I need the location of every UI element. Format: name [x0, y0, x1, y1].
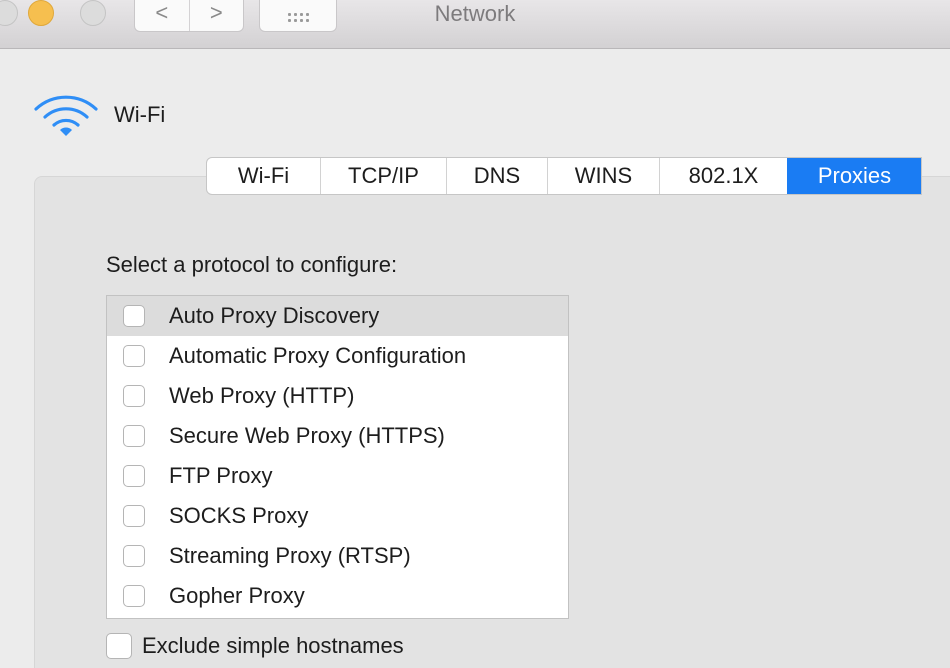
secure-web-proxy-checkbox[interactable]: [123, 425, 145, 447]
interface-header: Wi-Fi: [32, 92, 165, 138]
tab-wifi[interactable]: Wi-Fi: [207, 158, 320, 194]
protocol-row-ftp-proxy[interactable]: FTP Proxy: [107, 456, 568, 496]
network-preferences-window: < > Network Wi-Fi Wi-Fi TCP/IP DNS WINS: [0, 0, 950, 668]
protocol-row-gopher-proxy[interactable]: Gopher Proxy: [107, 576, 568, 616]
protocol-label: Secure Web Proxy (HTTPS): [169, 423, 445, 448]
exclude-simple-hostnames-option[interactable]: Exclude simple hostnames: [106, 633, 404, 659]
tab-8021x[interactable]: 802.1X: [659, 158, 787, 194]
protocol-label: Streaming Proxy (RTSP): [169, 543, 411, 568]
tab-tcpip[interactable]: TCP/IP: [320, 158, 446, 194]
protocol-row-automatic-proxy-configuration[interactable]: Automatic Proxy Configuration: [107, 336, 568, 376]
protocol-label: Auto Proxy Discovery: [169, 303, 380, 328]
exclude-simple-hostnames-label: Exclude simple hostnames: [142, 633, 404, 658]
automatic-proxy-configuration-checkbox[interactable]: [123, 345, 145, 367]
protocol-label: Web Proxy (HTTP): [169, 383, 355, 408]
socks-proxy-checkbox[interactable]: [123, 505, 145, 527]
tab-wins[interactable]: WINS: [547, 158, 659, 194]
gopher-proxy-checkbox[interactable]: [123, 585, 145, 607]
ftp-proxy-checkbox[interactable]: [123, 465, 145, 487]
protocol-label: FTP Proxy: [169, 463, 273, 488]
wifi-icon: [34, 95, 98, 136]
protocol-row-socks-proxy[interactable]: SOCKS Proxy: [107, 496, 568, 536]
protocol-prompt: Select a protocol to configure:: [106, 252, 398, 277]
auto-proxy-discovery-checkbox[interactable]: [123, 305, 145, 327]
protocol-row-streaming-proxy[interactable]: Streaming Proxy (RTSP): [107, 536, 568, 576]
web-proxy-checkbox[interactable]: [123, 385, 145, 407]
protocol-list[interactable]: Auto Proxy Discovery Automatic Proxy Con…: [106, 295, 569, 619]
protocol-label: Gopher Proxy: [169, 583, 305, 608]
title-bar: < > Network: [0, 0, 950, 49]
window-title: Network: [434, 1, 516, 26]
protocol-row-secure-web-proxy[interactable]: Secure Web Proxy (HTTPS): [107, 416, 568, 456]
protocol-row-web-proxy[interactable]: Web Proxy (HTTP): [107, 376, 568, 416]
exclude-simple-hostnames-checkbox[interactable]: [106, 633, 132, 659]
tab-proxies[interactable]: Proxies: [787, 158, 921, 194]
protocol-label: Automatic Proxy Configuration: [169, 343, 467, 368]
streaming-proxy-checkbox[interactable]: [123, 545, 145, 567]
protocol-row-auto-proxy-discovery[interactable]: Auto Proxy Discovery: [107, 296, 568, 336]
tab-dns[interactable]: DNS: [446, 158, 547, 194]
protocol-label: SOCKS Proxy: [169, 503, 309, 528]
interface-name: Wi-Fi: [114, 102, 166, 127]
settings-tabs: Wi-Fi TCP/IP DNS WINS 802.1X Proxies: [206, 157, 922, 195]
